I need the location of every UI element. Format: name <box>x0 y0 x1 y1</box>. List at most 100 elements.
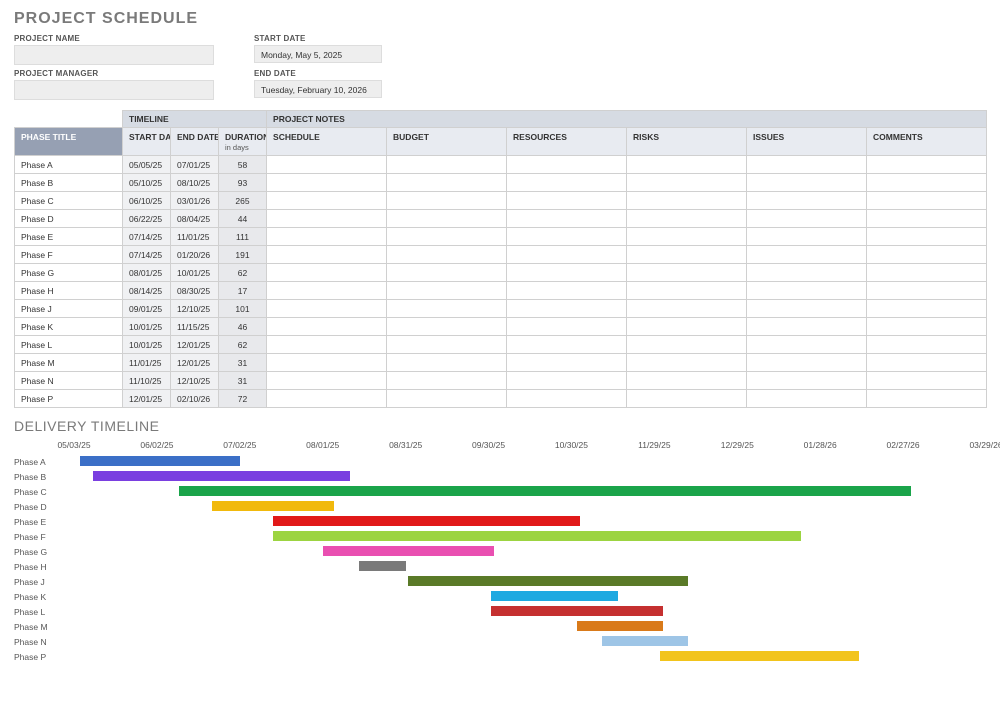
phase-cell: Phase D <box>15 210 123 228</box>
col-end-date: END DATE <box>171 128 219 156</box>
resources-cell[interactable] <box>507 390 627 408</box>
risks-cell[interactable] <box>627 372 747 390</box>
risks-cell[interactable] <box>627 210 747 228</box>
budget-cell[interactable] <box>387 246 507 264</box>
budget-cell[interactable] <box>387 156 507 174</box>
resources-cell[interactable] <box>507 354 627 372</box>
resources-cell[interactable] <box>507 372 627 390</box>
schedule-cell[interactable] <box>267 282 387 300</box>
risks-cell[interactable] <box>627 228 747 246</box>
issues-cell[interactable] <box>747 282 867 300</box>
comments-cell[interactable] <box>867 192 987 210</box>
gantt-row-label: Phase M <box>14 622 74 632</box>
gantt-row-label: Phase A <box>14 457 74 467</box>
resources-cell[interactable] <box>507 174 627 192</box>
comments-cell[interactable] <box>867 318 987 336</box>
schedule-cell[interactable] <box>267 300 387 318</box>
comments-cell[interactable] <box>867 210 987 228</box>
comments-cell[interactable] <box>867 300 987 318</box>
comments-cell[interactable] <box>867 282 987 300</box>
issues-cell[interactable] <box>747 246 867 264</box>
schedule-cell[interactable] <box>267 318 387 336</box>
resources-cell[interactable] <box>507 246 627 264</box>
schedule-cell[interactable] <box>267 354 387 372</box>
issues-cell[interactable] <box>747 354 867 372</box>
phase-cell: Phase N <box>15 372 123 390</box>
schedule-cell[interactable] <box>267 210 387 228</box>
schedule-cell[interactable] <box>267 390 387 408</box>
comments-cell[interactable] <box>867 246 987 264</box>
schedule-cell[interactable] <box>267 192 387 210</box>
risks-cell[interactable] <box>627 300 747 318</box>
issues-cell[interactable] <box>747 390 867 408</box>
resources-cell[interactable] <box>507 264 627 282</box>
gantt-bar <box>273 516 580 526</box>
budget-cell[interactable] <box>387 174 507 192</box>
risks-cell[interactable] <box>627 336 747 354</box>
gantt-bar <box>491 591 618 601</box>
comments-cell[interactable] <box>867 372 987 390</box>
issues-cell[interactable] <box>747 264 867 282</box>
comments-cell[interactable] <box>867 354 987 372</box>
issues-cell[interactable] <box>747 174 867 192</box>
budget-cell[interactable] <box>387 336 507 354</box>
delivery-timeline-title: DELIVERY TIMELINE <box>14 418 986 434</box>
comments-cell[interactable] <box>867 174 987 192</box>
comments-cell[interactable] <box>867 390 987 408</box>
budget-cell[interactable] <box>387 318 507 336</box>
risks-cell[interactable] <box>627 192 747 210</box>
schedule-cell[interactable] <box>267 174 387 192</box>
issues-cell[interactable] <box>747 372 867 390</box>
risks-cell[interactable] <box>627 156 747 174</box>
schedule-cell[interactable] <box>267 264 387 282</box>
schedule-cell[interactable] <box>267 246 387 264</box>
comments-cell[interactable] <box>867 264 987 282</box>
risks-cell[interactable] <box>627 390 747 408</box>
gantt-row: Phase M <box>14 619 986 634</box>
issues-cell[interactable] <box>747 192 867 210</box>
resources-cell[interactable] <box>507 336 627 354</box>
schedule-cell[interactable] <box>267 372 387 390</box>
start-cell: 10/01/25 <box>123 336 171 354</box>
resources-cell[interactable] <box>507 282 627 300</box>
project-name-input[interactable] <box>14 45 214 65</box>
budget-cell[interactable] <box>387 210 507 228</box>
budget-cell[interactable] <box>387 354 507 372</box>
issues-cell[interactable] <box>747 228 867 246</box>
comments-cell[interactable] <box>867 336 987 354</box>
budget-cell[interactable] <box>387 228 507 246</box>
budget-cell[interactable] <box>387 264 507 282</box>
resources-cell[interactable] <box>507 300 627 318</box>
risks-cell[interactable] <box>627 282 747 300</box>
risks-cell[interactable] <box>627 174 747 192</box>
budget-cell[interactable] <box>387 300 507 318</box>
resources-cell[interactable] <box>507 192 627 210</box>
resources-cell[interactable] <box>507 318 627 336</box>
duration-cell: 101 <box>219 300 267 318</box>
budget-cell[interactable] <box>387 390 507 408</box>
resources-cell[interactable] <box>507 210 627 228</box>
resources-cell[interactable] <box>507 228 627 246</box>
issues-cell[interactable] <box>747 300 867 318</box>
issues-cell[interactable] <box>747 210 867 228</box>
project-manager-input[interactable] <box>14 80 214 100</box>
issues-cell[interactable] <box>747 336 867 354</box>
budget-cell[interactable] <box>387 372 507 390</box>
resources-cell[interactable] <box>507 156 627 174</box>
schedule-cell[interactable] <box>267 228 387 246</box>
budget-cell[interactable] <box>387 282 507 300</box>
schedule-cell[interactable] <box>267 336 387 354</box>
risks-cell[interactable] <box>627 354 747 372</box>
schedule-cell[interactable] <box>267 156 387 174</box>
axis-tick: 03/29/26 <box>969 440 1000 450</box>
budget-cell[interactable] <box>387 192 507 210</box>
issues-cell[interactable] <box>747 318 867 336</box>
risks-cell[interactable] <box>627 318 747 336</box>
comments-cell[interactable] <box>867 156 987 174</box>
issues-cell[interactable] <box>747 156 867 174</box>
gantt-row-label: Phase G <box>14 547 74 557</box>
comments-cell[interactable] <box>867 228 987 246</box>
start-date-value: Monday, May 5, 2025 <box>254 45 382 63</box>
risks-cell[interactable] <box>627 246 747 264</box>
risks-cell[interactable] <box>627 264 747 282</box>
